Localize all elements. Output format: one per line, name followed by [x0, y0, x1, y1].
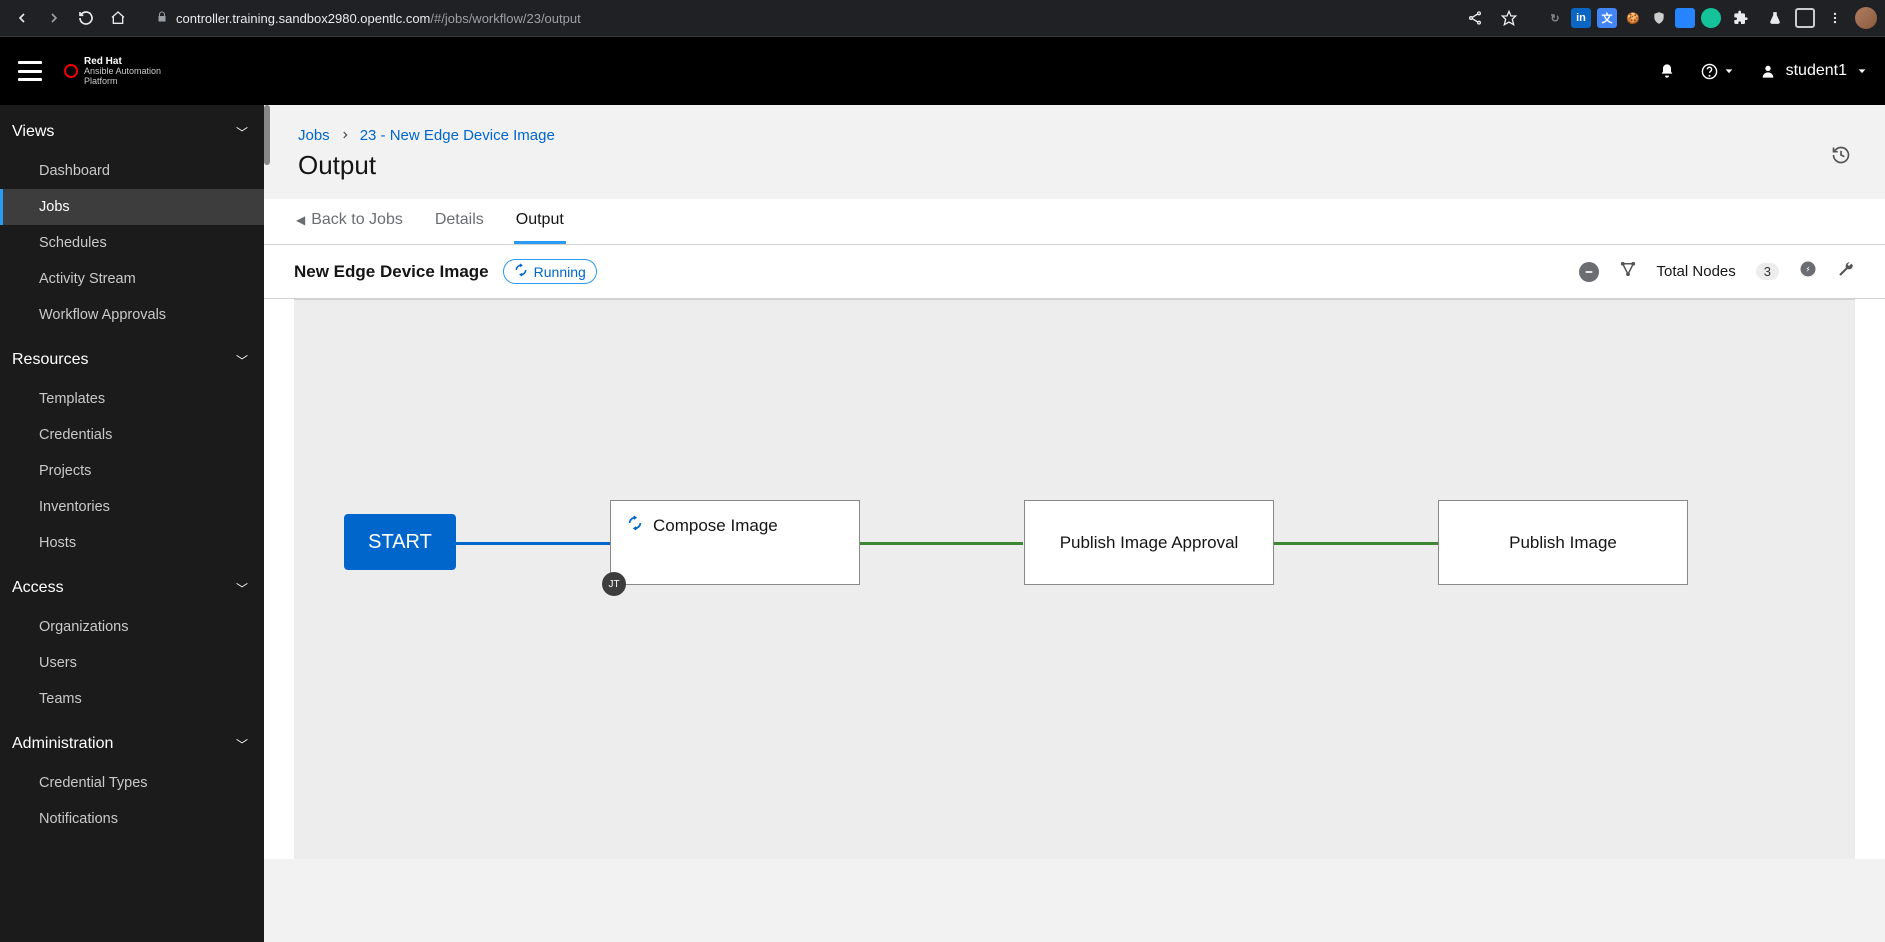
output-card: ◀ Back to Jobs Details Output New Edge D…	[264, 199, 1885, 859]
workflow-graph-icon[interactable]	[1619, 260, 1637, 283]
app-header: Red Hat Ansible Automation Platform stud…	[0, 37, 1885, 105]
workflow-edge	[858, 542, 1023, 545]
sidebar-item-credential-types[interactable]: Credential Types	[0, 765, 264, 801]
running-spinner-icon	[514, 263, 528, 280]
main-content: Jobs 23 - New Edge Device Image Output ◀…	[264, 105, 1885, 942]
breadcrumb: Jobs 23 - New Edge Device Image	[298, 127, 555, 144]
workflow-node-publish-image[interactable]: Publish Image	[1438, 500, 1688, 585]
username-label: student1	[1786, 62, 1847, 80]
tabs: ◀ Back to Jobs Details Output	[264, 199, 1885, 245]
brand-text: Red Hat Ansible Automation Platform	[84, 56, 161, 87]
caret-left-icon: ◀	[296, 213, 305, 227]
bookmark-star-icon[interactable]	[1495, 4, 1523, 32]
redhat-icon	[64, 64, 78, 78]
user-menu[interactable]: student1	[1760, 62, 1867, 80]
browser-extension-tray: ↻ in 文 🍪	[1461, 4, 1877, 32]
job-name-label: New Edge Device Image	[294, 262, 489, 282]
blue-ext-icon[interactable]	[1675, 8, 1695, 28]
sidebar-item-credentials[interactable]: Credentials	[0, 417, 264, 453]
chevron-down-icon	[1857, 66, 1867, 76]
browser-chrome: controller.training.sandbox2980.opentlc.…	[0, 0, 1885, 37]
sidebar-item-projects[interactable]: Projects	[0, 453, 264, 489]
compass-icon[interactable]	[1799, 260, 1817, 283]
browser-menu-icon[interactable]	[1821, 4, 1849, 32]
total-nodes-label: Total Nodes	[1657, 263, 1736, 280]
chevron-down-icon: ﹀	[236, 124, 248, 141]
job-status-badge: Running	[503, 259, 597, 284]
user-icon	[1760, 63, 1776, 79]
translate-ext-icon[interactable]: 文	[1597, 8, 1617, 28]
total-nodes-count: 3	[1756, 263, 1779, 280]
url-text: controller.training.sandbox2980.opentlc.…	[176, 11, 581, 26]
sidebar-section-resources[interactable]: Resources﹀	[0, 333, 264, 381]
tab-output[interactable]: Output	[514, 199, 566, 244]
sidebar-item-notifications[interactable]: Notifications	[0, 801, 264, 837]
browser-profile-avatar[interactable]	[1855, 7, 1877, 29]
sidebar-item-jobs[interactable]: Jobs	[0, 189, 264, 225]
browser-url-bar[interactable]: controller.training.sandbox2980.opentlc.…	[144, 4, 1449, 32]
sidebar: Views﹀ Dashboard Jobs Schedules Activity…	[0, 105, 264, 942]
chevron-right-icon	[340, 127, 350, 144]
share-icon[interactable]	[1461, 4, 1489, 32]
sidebar-item-hosts[interactable]: Hosts	[0, 525, 264, 561]
notifications-bell-icon[interactable]	[1659, 63, 1675, 79]
back-to-jobs-tab[interactable]: ◀ Back to Jobs	[294, 199, 405, 244]
workflow-canvas[interactable]: START Compose Image JT Publish Image App…	[294, 299, 1855, 859]
workflow-node-publish-approval[interactable]: Publish Image Approval	[1024, 500, 1274, 585]
sidebar-section-views[interactable]: Views﹀	[0, 105, 264, 153]
help-menu[interactable]	[1701, 63, 1734, 80]
labs-flask-icon[interactable]	[1761, 4, 1789, 32]
history-icon[interactable]	[1831, 145, 1851, 171]
shield-ext-icon[interactable]	[1649, 8, 1669, 28]
browser-forward-button[interactable]	[40, 4, 68, 32]
linkedin-ext-icon[interactable]: in	[1571, 8, 1591, 28]
sidebar-item-inventories[interactable]: Inventories	[0, 489, 264, 525]
chevron-down-icon: ﹀	[236, 352, 248, 369]
sidebar-item-schedules[interactable]: Schedules	[0, 225, 264, 261]
chevron-down-icon: ﹀	[236, 736, 248, 753]
chevron-down-icon: ﹀	[236, 580, 248, 597]
wrench-settings-icon[interactable]	[1837, 260, 1855, 283]
tablet-icon[interactable]	[1795, 8, 1815, 28]
brand-logo[interactable]: Red Hat Ansible Automation Platform	[64, 56, 161, 87]
lock-icon	[156, 11, 168, 26]
sidebar-item-templates[interactable]: Templates	[0, 381, 264, 417]
browser-back-button[interactable]	[8, 4, 36, 32]
sidebar-item-dashboard[interactable]: Dashboard	[0, 153, 264, 189]
cookies-ext-icon[interactable]: 🍪	[1623, 8, 1643, 28]
extension-icon[interactable]: ↻	[1545, 8, 1565, 28]
sidebar-item-activity-stream[interactable]: Activity Stream	[0, 261, 264, 297]
sidebar-item-teams[interactable]: Teams	[0, 681, 264, 717]
sidebar-item-users[interactable]: Users	[0, 645, 264, 681]
sidebar-item-organizations[interactable]: Organizations	[0, 609, 264, 645]
grammarly-ext-icon[interactable]	[1701, 8, 1721, 28]
sidebar-item-workflow-approvals[interactable]: Workflow Approvals	[0, 297, 264, 333]
job-info-toolbar: New Edge Device Image Running	[264, 245, 1885, 299]
workflow-node-compose-image[interactable]: Compose Image	[610, 500, 860, 585]
tab-details[interactable]: Details	[433, 199, 486, 244]
breadcrumb-jobs-link[interactable]: Jobs	[298, 127, 330, 144]
browser-reload-button[interactable]	[72, 4, 100, 32]
workflow-edge	[1274, 542, 1439, 545]
node-type-badge: JT	[602, 572, 626, 596]
running-spinner-icon	[627, 515, 643, 536]
sidebar-toggle-button[interactable]	[18, 61, 42, 81]
sidebar-section-access[interactable]: Access﹀	[0, 561, 264, 609]
extensions-puzzle-icon[interactable]	[1727, 4, 1755, 32]
workflow-start-node[interactable]: START	[344, 514, 456, 570]
sidebar-section-administration[interactable]: Administration﹀	[0, 717, 264, 765]
browser-home-button[interactable]	[104, 4, 132, 32]
scrollbar-thumb[interactable]	[264, 105, 270, 165]
zoom-out-button[interactable]	[1579, 262, 1599, 282]
page-title: Output	[298, 150, 555, 181]
breadcrumb-current-link[interactable]: 23 - New Edge Device Image	[360, 127, 555, 144]
